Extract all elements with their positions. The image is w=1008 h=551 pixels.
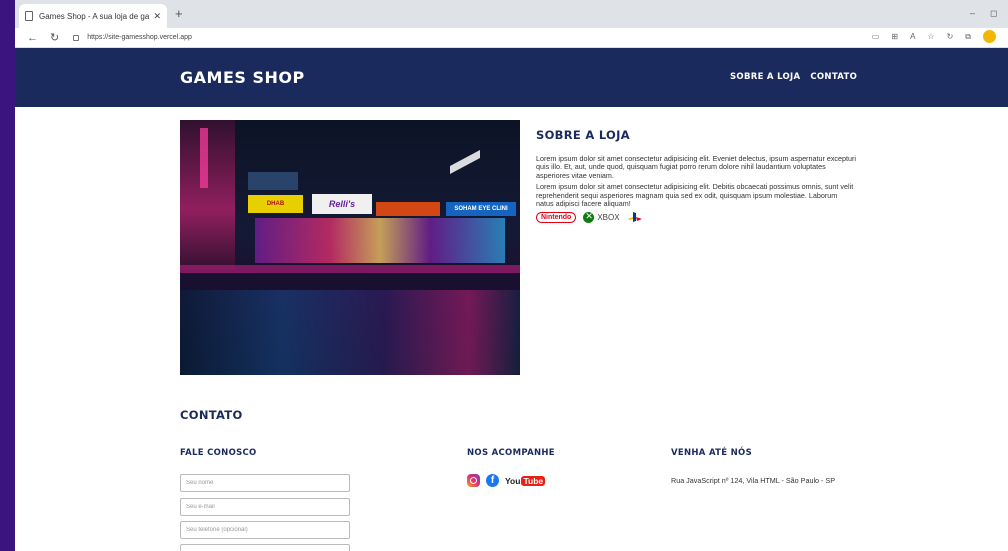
browser-tab[interactable]: Games Shop - A sua loja de gam ✕ [19, 4, 167, 28]
reload-icon[interactable]: ↻ [50, 31, 59, 44]
facebook-icon[interactable]: f [486, 474, 499, 487]
about-paragraph-2: Lorem ipsum dolor sit amet consectetur a… [536, 182, 854, 209]
hero-sign-eye-clinic: SOHAM EYE CLINI [446, 202, 516, 216]
console-logos: Nintendo XBOX [536, 211, 856, 223]
store-address: Rua JavaScript nº 124, Vila HTML - São P… [671, 476, 836, 485]
xbox-icon [583, 211, 595, 223]
instagram-icon[interactable] [467, 474, 480, 487]
brand-logo[interactable]: GAMES SHOP [180, 68, 305, 87]
nos-acompanhe-title: NOS ACOMPANHE [467, 448, 555, 458]
nav-sobre-a-loja[interactable]: SOBRE A LOJA [730, 72, 800, 82]
close-tab-icon[interactable]: ✕ [153, 11, 161, 22]
website: GAMES SHOP SOBRE A LOJA CONTATO DHAB Rel… [15, 48, 1008, 551]
main-nav: SOBRE A LOJA CONTATO [730, 72, 857, 82]
browser-toolbar-icons: ▭ ⊞ A ☆ ↻ ⧉ [872, 30, 996, 43]
message-input[interactable] [180, 544, 350, 551]
social-links: f You Tube [467, 474, 546, 487]
about-paragraph-1: Lorem ipsum dolor sit amet consectetur a… [536, 154, 856, 180]
back-icon[interactable]: ← [27, 32, 38, 44]
name-input[interactable] [180, 474, 350, 492]
reader-icon[interactable]: ▭ [872, 32, 880, 41]
playstation-icon [627, 212, 642, 223]
tab-title: Games Shop - A sua loja de gam [39, 11, 150, 21]
fale-conosco-title: FALE CONOSCO [180, 448, 257, 458]
new-tab-icon[interactable]: + [175, 6, 183, 21]
apps-icon[interactable]: ⊞ [891, 32, 898, 41]
collections-icon[interactable]: ⧉ [965, 32, 971, 42]
hero-sign-rellis: Relli's [312, 194, 372, 214]
url-field[interactable]: https://site-gamesshop.vercel.app [87, 34, 192, 41]
email-input[interactable] [180, 498, 350, 516]
contato-title: CONTATO [180, 408, 243, 422]
page-icon [25, 11, 33, 21]
phone-input[interactable] [180, 521, 350, 539]
browser-tab-bar: Games Shop - A sua loja de gam ✕ + – ◻ [15, 0, 1008, 28]
favorite-icon[interactable]: ☆ [927, 32, 934, 41]
refresh-icon[interactable]: ↻ [947, 32, 954, 41]
xbox-logo: XBOX [583, 211, 620, 223]
hero-sign-dhab: DHAB [248, 195, 303, 213]
maximize-icon[interactable]: ◻ [990, 8, 997, 19]
youtube-icon[interactable]: You Tube [505, 475, 546, 486]
about-title: SOBRE A LOJA [536, 128, 630, 142]
address-bar: ← ↻ https://site-gamesshop.vercel.app ▭ … [15, 28, 1008, 48]
site-header: GAMES SHOP SOBRE A LOJA CONTATO [15, 48, 1008, 107]
xbox-label: XBOX [597, 212, 620, 222]
store-photo: DHAB Relli's SOHAM EYE CLINI [180, 120, 520, 375]
lock-icon[interactable] [73, 34, 80, 41]
venha-ate-nos-title: VENHA ATÉ NÓS [671, 448, 752, 458]
about-section: SOBRE A LOJA Lorem ipsum dolor sit amet … [536, 128, 856, 223]
read-aloud-icon[interactable]: A [910, 32, 915, 41]
nintendo-logo: Nintendo [536, 211, 577, 223]
minimize-icon[interactable]: – [970, 8, 975, 18]
nav-contato[interactable]: CONTATO [810, 72, 857, 82]
profile-avatar[interactable] [983, 30, 996, 43]
